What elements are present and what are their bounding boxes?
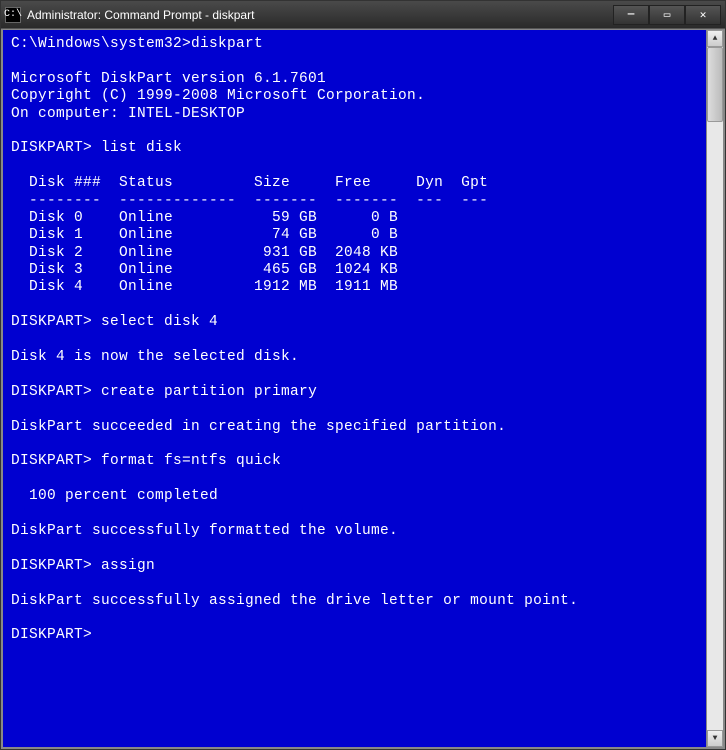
msg-selected: Disk 4 is now the selected disk. [11, 349, 299, 365]
cmd-format: format fs=ntfs quick [101, 453, 281, 469]
maximize-button[interactable]: ▭ [649, 5, 685, 25]
close-button[interactable]: ✕ [685, 5, 721, 25]
diskpart-prompt: DISKPART> [11, 314, 92, 330]
table-row: Disk 1 Online 74 GB 0 B [11, 227, 398, 243]
table-row: Disk 0 Online 59 GB 0 B [11, 210, 398, 226]
diskpart-prompt: DISKPART> [11, 140, 92, 156]
cmd-icon: C:\ [5, 7, 21, 23]
table-row: Disk 3 Online 465 GB 1024 KB [11, 262, 398, 278]
msg-created: DiskPart succeeded in creating the speci… [11, 419, 506, 435]
vertical-scrollbar[interactable]: ▲ ▼ [706, 30, 723, 747]
titlebar[interactable]: C:\ Administrator: Command Prompt - disk… [1, 1, 725, 29]
cmd-window: C:\ Administrator: Command Prompt - disk… [0, 0, 726, 750]
diskpart-prompt: DISKPART> [11, 558, 92, 574]
copyright-line: Copyright (C) 1999-2008 Microsoft Corpor… [11, 88, 425, 104]
cmd-create-partition: create partition primary [101, 384, 317, 400]
version-line: Microsoft DiskPart version 6.1.7601 [11, 71, 326, 87]
computer-line: On computer: INTEL-DESKTOP [11, 106, 245, 122]
minimize-button[interactable]: — [613, 5, 649, 25]
initial-command: diskpart [191, 36, 263, 52]
msg-progress: 100 percent completed [11, 488, 218, 504]
initial-prompt: C:\Windows\system32> [11, 36, 191, 52]
cmd-select-disk: select disk 4 [101, 314, 218, 330]
cmd-list-disk: list disk [101, 140, 182, 156]
scrollbar-track[interactable] [707, 47, 723, 730]
scroll-up-button[interactable]: ▲ [707, 30, 723, 47]
table-divider: -------- ------------- ------- ------- -… [11, 193, 488, 209]
scrollbar-thumb[interactable] [707, 47, 723, 122]
window-title: Administrator: Command Prompt - diskpart [27, 8, 613, 22]
cmd-assign: assign [101, 558, 155, 574]
console-area: C:\Windows\system32>diskpart Microsoft D… [1, 29, 725, 749]
msg-assigned: DiskPart successfully assigned the drive… [11, 593, 578, 609]
diskpart-prompt: DISKPART> [11, 627, 92, 643]
diskpart-prompt: DISKPART> [11, 453, 92, 469]
window-controls: — ▭ ✕ [613, 5, 721, 25]
scroll-down-button[interactable]: ▼ [707, 730, 723, 747]
table-row: Disk 2 Online 931 GB 2048 KB [11, 245, 398, 261]
table-row: Disk 4 Online 1912 MB 1911 MB [11, 279, 398, 295]
console-output[interactable]: C:\Windows\system32>diskpart Microsoft D… [3, 30, 706, 747]
msg-formatted: DiskPart successfully formatted the volu… [11, 523, 398, 539]
table-header: Disk ### Status Size Free Dyn Gpt [11, 175, 488, 191]
diskpart-prompt: DISKPART> [11, 384, 92, 400]
